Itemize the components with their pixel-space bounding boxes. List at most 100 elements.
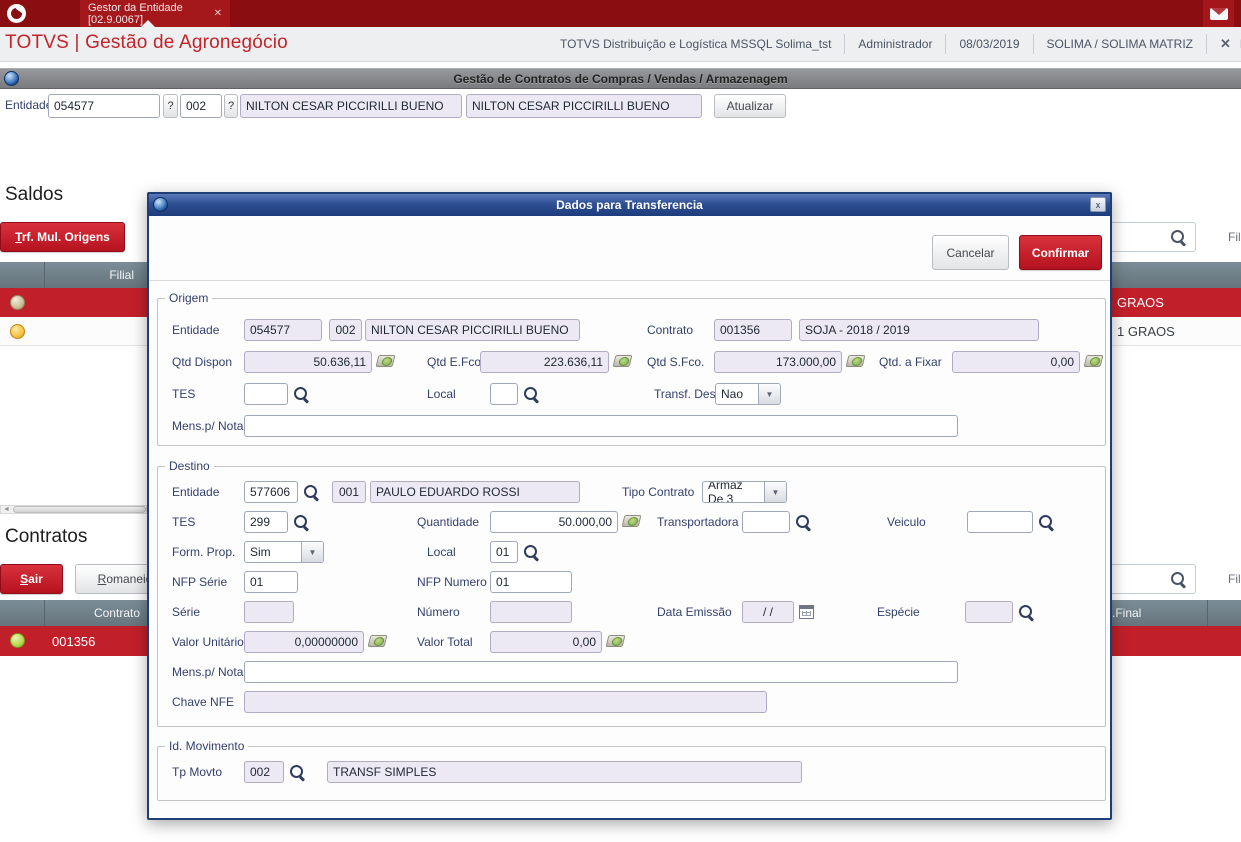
entidade-nome-field: NILTON CESAR PICCIRILLI BUENO	[240, 94, 462, 118]
origem-entidade-field: 054577	[244, 319, 322, 341]
horizontal-scrollbar[interactable]: ◄	[0, 505, 147, 514]
tab-close-icon[interactable]: ✕	[214, 8, 222, 19]
search-icon[interactable]	[1038, 514, 1055, 531]
origem-contrato-desc-field: SOJA - 2018 / 2019	[799, 319, 1039, 341]
calendar-icon[interactable]	[799, 605, 814, 619]
origem-loja-field: 002	[329, 319, 362, 341]
numero-label: Número	[417, 605, 460, 619]
transfer-dialog: Dados para Transferencia x Cancelar Conf…	[147, 192, 1112, 820]
calculator-icon[interactable]	[847, 355, 864, 367]
nfp-serie-label: NFP Série	[172, 575, 228, 589]
tipo-contrato-select[interactable]: Armaz De 3 ▼	[702, 481, 787, 503]
data-emissao-input[interactable]: / /	[742, 601, 794, 623]
entidade-code-input[interactable]: 054577	[48, 94, 160, 118]
trf-mul-origens-button[interactable]: Trf. Mul. Origens	[0, 222, 125, 252]
valor-total-label: Valor Total	[417, 635, 473, 649]
cancel-button[interactable]: Cancelar	[932, 235, 1009, 270]
qtd-sfco-field: 173.000,00	[714, 351, 842, 373]
saldos-filter-label: Fil	[1228, 230, 1241, 244]
destino-local-input[interactable]: 01	[490, 541, 518, 563]
search-icon[interactable]	[523, 386, 540, 403]
contrato-column-header: Contrato	[93, 606, 140, 620]
form-prop-label: Form. Prop.	[172, 545, 236, 559]
transportadora-input[interactable]	[742, 511, 790, 533]
destino-tes-input[interactable]: 299	[244, 511, 288, 533]
routine-title: Gestão de Contratos de Compras / Vendas …	[453, 71, 788, 86]
origem-tes-input[interactable]	[244, 383, 288, 405]
confirm-button[interactable]: Confirmar	[1019, 235, 1102, 270]
company-label: SOLIMA / SOLIMA MATRIZ	[1046, 37, 1193, 51]
search-icon[interactable]	[289, 764, 306, 781]
destino-mens-label: Mens.p/ Nota	[172, 665, 244, 679]
header-right: TOTVS Distribuição e Logística MSSQL Sol…	[547, 27, 1241, 61]
app-brand: TOTVS | Gestão de Agronegócio	[5, 32, 288, 53]
scrollbar-thumb[interactable]	[13, 506, 146, 513]
calculator-icon[interactable]	[614, 355, 631, 367]
chevron-down-icon[interactable]: ▼	[764, 482, 786, 502]
loja-help-button[interactable]: ?	[224, 94, 238, 118]
nfp-numero-input[interactable]: 01	[490, 571, 572, 593]
origem-local-input[interactable]	[490, 383, 518, 405]
status-dot-icon	[10, 324, 25, 339]
calculator-icon[interactable]	[607, 635, 624, 647]
saldos-search-input[interactable]	[1100, 222, 1196, 252]
dialog-title-bar: Dados para Transferencia	[149, 194, 1110, 216]
veiculo-input[interactable]	[967, 511, 1033, 533]
top-bar: Gestor da Entidade [02.9.0067] ✕	[0, 0, 1241, 28]
nfp-serie-input[interactable]: 01	[244, 571, 298, 593]
close-icon: ✕	[1220, 36, 1231, 51]
quantidade-input[interactable]: 50.000,00	[490, 511, 618, 533]
qtd-fixar-field: 0,00	[952, 351, 1080, 373]
destino-entidade-input[interactable]: 577606	[244, 481, 298, 503]
search-icon[interactable]	[795, 514, 812, 531]
final-column-header: .Final	[1112, 606, 1142, 620]
entidade-help-button[interactable]: ?	[163, 94, 178, 118]
destino-mens-input[interactable]	[244, 661, 958, 683]
origem-contrato-field: 001356	[714, 319, 792, 341]
calculator-icon[interactable]	[377, 355, 394, 367]
contratos-filter-label: Fil	[1228, 572, 1241, 586]
origem-mens-input[interactable]	[244, 415, 958, 437]
status-dot-icon	[10, 295, 25, 310]
form-prop-select[interactable]: Sim ▼	[244, 541, 324, 563]
especie-label: Espécie	[877, 605, 920, 619]
chave-nfe-field	[244, 691, 767, 713]
transf-despesa-select[interactable]: Nao ▼	[715, 383, 781, 405]
origem-tes-label: TES	[172, 387, 196, 401]
calculator-icon[interactable]	[623, 515, 640, 527]
calculator-icon[interactable]	[369, 635, 386, 647]
entidade-nome2-field: NILTON CESAR PICCIRILLI BUENO	[466, 94, 702, 118]
search-icon[interactable]	[293, 514, 310, 531]
destino-group: Destino	[157, 459, 1106, 727]
filial-column-header: Filial	[109, 268, 134, 282]
sair-button[interactable]: Sair	[0, 564, 63, 594]
tp-movto-input[interactable]: 002	[244, 761, 284, 783]
contratos-heading: Contratos	[5, 526, 88, 547]
chave-nfe-label: Chave NFE	[172, 695, 235, 709]
scroll-left-icon[interactable]: ◄	[1, 506, 12, 513]
search-icon[interactable]	[1018, 604, 1035, 621]
environment-label: TOTVS Distribuição e Logística MSSQL Sol…	[559, 37, 832, 51]
chevron-down-icon[interactable]: ▼	[301, 542, 323, 562]
date-label: 08/03/2019	[959, 37, 1020, 51]
qtd-efco-label: Qtd E.Fco.	[427, 355, 485, 369]
dialog-title: Dados para Transferencia	[556, 198, 703, 212]
chevron-down-icon[interactable]: ▼	[758, 384, 780, 404]
origem-contrato-label: Contrato	[647, 323, 694, 337]
destino-entidade-label: Entidade	[172, 485, 220, 499]
mail-button[interactable]	[1203, 0, 1234, 27]
entidade-loja-input[interactable]: 002	[180, 94, 222, 118]
contratos-search-input[interactable]	[1100, 564, 1196, 594]
dialog-close-button[interactable]: x	[1090, 197, 1106, 212]
destino-tes-label: TES	[172, 515, 196, 529]
origem-nome-field: NILTON CESAR PICCIRILLI BUENO	[365, 319, 580, 341]
atualizar-button[interactable]: Atualizar	[714, 94, 786, 118]
tp-movto-desc-field: TRANSF SIMPLES	[327, 761, 802, 783]
search-icon[interactable]	[293, 386, 310, 403]
search-icon	[1170, 229, 1187, 246]
saldos-heading: Saldos	[5, 184, 64, 205]
search-icon[interactable]	[303, 484, 320, 501]
calculator-icon[interactable]	[1085, 355, 1102, 367]
logout-button[interactable]: ✕ E	[1207, 36, 1241, 52]
search-icon[interactable]	[523, 544, 540, 561]
